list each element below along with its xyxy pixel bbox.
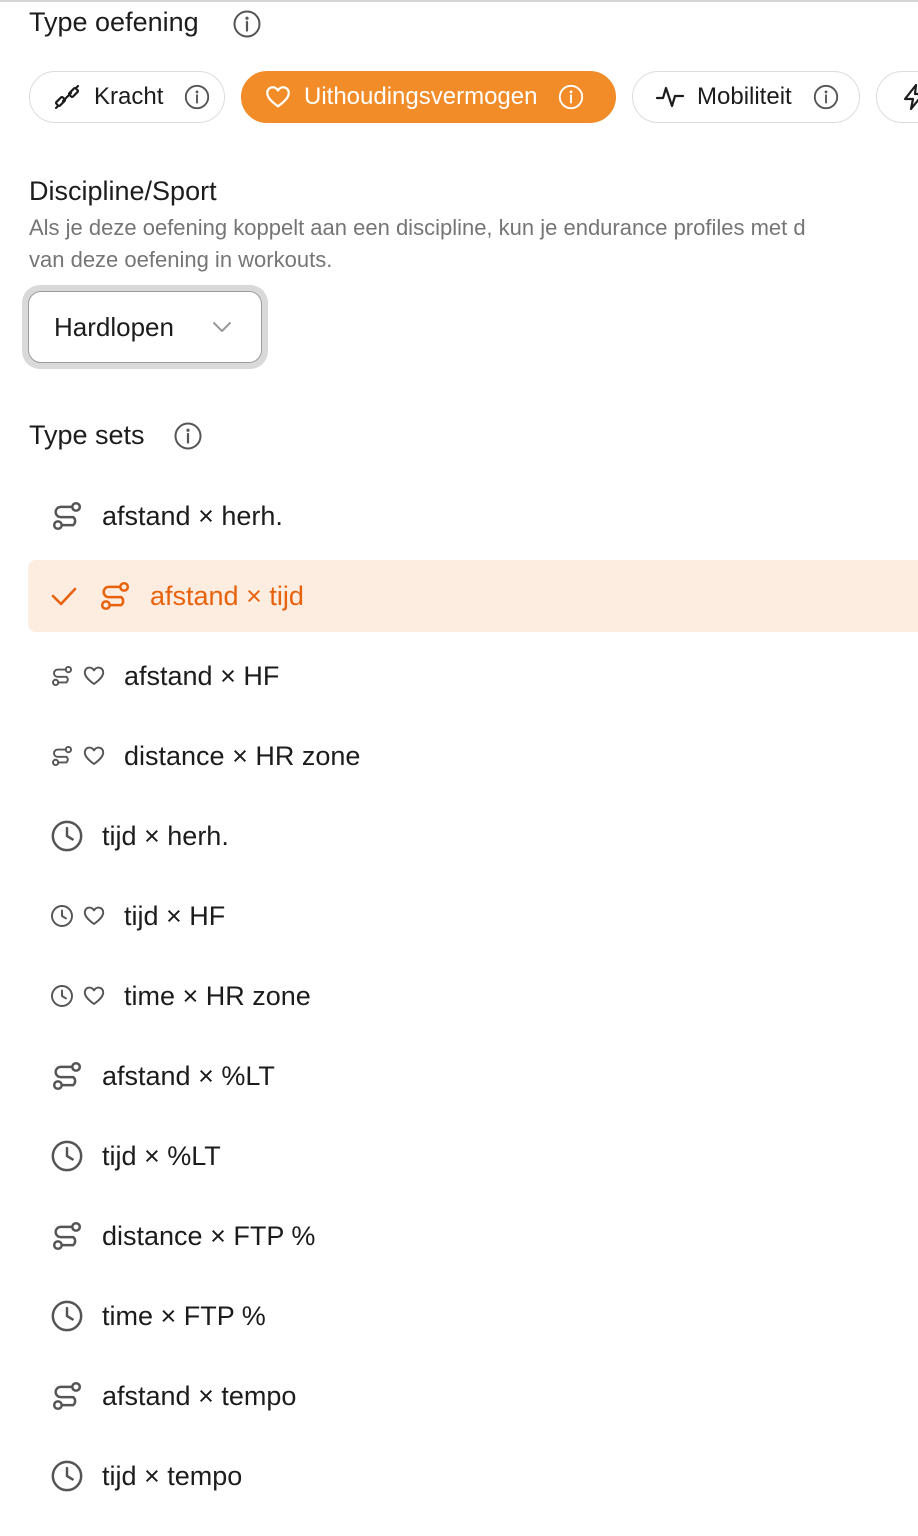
set-type-option[interactable]: time × HR zone bbox=[28, 960, 918, 1032]
set-type-label: afstand × %LT bbox=[102, 1060, 275, 1091]
info-icon[interactable] bbox=[173, 421, 203, 451]
exercise-type-chips: Kracht Uithoudingsvermogen Mobiliteit bbox=[0, 71, 918, 123]
set-type-option[interactable]: tijd × %LT bbox=[28, 1120, 918, 1192]
set-type-label: time × FTP % bbox=[102, 1300, 266, 1331]
route-icon bbox=[52, 746, 73, 767]
set-type-label: afstand × HF bbox=[124, 660, 280, 691]
description-line: van deze oefening in workouts. bbox=[29, 247, 333, 272]
heart-icon bbox=[83, 906, 105, 925]
clock-icon bbox=[51, 905, 73, 927]
route-icon bbox=[52, 1061, 82, 1091]
set-type-label: tijd × %LT bbox=[102, 1140, 221, 1171]
set-type-icons bbox=[50, 984, 106, 1008]
dumbbell-icon bbox=[54, 84, 80, 110]
set-type-icons bbox=[50, 664, 106, 688]
route-icon bbox=[52, 501, 82, 531]
set-type-icons bbox=[50, 1379, 84, 1413]
route-icon bbox=[100, 581, 130, 611]
set-type-option[interactable]: tijd × tempo bbox=[28, 1440, 918, 1512]
check-icon bbox=[50, 582, 78, 610]
set-type-option[interactable]: distance × HR zone bbox=[28, 720, 918, 792]
info-icon[interactable] bbox=[812, 83, 840, 111]
chip-uithoudingsvermogen[interactable]: Uithoudingsvermogen bbox=[241, 71, 616, 123]
activity-icon bbox=[655, 86, 685, 108]
set-type-icons bbox=[50, 1059, 84, 1093]
set-type-icons bbox=[50, 904, 106, 928]
set-type-label: afstand × tijd bbox=[150, 580, 304, 611]
set-type-list: afstand × herh. afstand × tijd afstand × H… bbox=[28, 480, 918, 1520]
type-sets-heading: Type sets bbox=[29, 420, 145, 450]
discipline-select[interactable]: Hardlopen bbox=[28, 291, 262, 363]
top-divider bbox=[0, 0, 918, 2]
route-icon bbox=[52, 1221, 82, 1251]
set-type-icons bbox=[50, 744, 106, 768]
chip-label: Mobiliteit bbox=[697, 83, 792, 110]
set-type-option[interactable]: afstand × tijd bbox=[28, 560, 918, 632]
set-type-label: tijd × tempo bbox=[102, 1460, 243, 1491]
set-type-label: tijd × HF bbox=[124, 900, 226, 931]
set-type-icons bbox=[50, 499, 84, 533]
chip-label: Uithoudingsvermogen bbox=[304, 83, 538, 110]
discipline-description: Als je deze oefening koppelt aan een dis… bbox=[29, 212, 918, 276]
info-icon[interactable] bbox=[557, 83, 585, 111]
heart-icon bbox=[83, 666, 105, 685]
set-type-label: tijd × herh. bbox=[102, 820, 229, 851]
set-type-option[interactable]: tijd × herh. bbox=[28, 800, 918, 872]
heart-icon bbox=[83, 986, 105, 1005]
info-icon[interactable] bbox=[232, 9, 262, 39]
set-type-label: time × HR zone bbox=[124, 980, 311, 1011]
info-icon[interactable] bbox=[183, 83, 211, 111]
set-type-icons bbox=[98, 579, 132, 613]
set-type-label: afstand × herh. bbox=[102, 500, 283, 531]
heart-icon bbox=[83, 746, 105, 765]
clock-icon bbox=[51, 1460, 83, 1492]
route-icon bbox=[52, 666, 73, 687]
set-type-option[interactable]: afstand × %LT bbox=[28, 1040, 918, 1112]
chip-kracht[interactable]: Kracht bbox=[29, 71, 225, 123]
set-type-label: distance × FTP % bbox=[102, 1220, 316, 1251]
description-line: Als je deze oefening koppelt aan een dis… bbox=[29, 215, 806, 240]
discipline-select-focus-ring: Hardlopen bbox=[22, 285, 268, 369]
chip-mobiliteit[interactable]: Mobiliteit bbox=[632, 71, 860, 123]
set-type-icons bbox=[50, 1459, 84, 1493]
chip-partial[interactable] bbox=[876, 71, 918, 123]
set-type-option[interactable]: distance × FTP % bbox=[28, 1200, 918, 1272]
discipline-heading: Discipline/Sport bbox=[29, 176, 217, 206]
type-oefening-heading: Type oefening bbox=[29, 7, 199, 37]
heart-icon bbox=[266, 86, 290, 108]
set-type-icons bbox=[50, 1219, 84, 1253]
set-type-label: distance × HR zone bbox=[124, 740, 361, 771]
set-type-option[interactable]: afstand × herh. bbox=[28, 480, 918, 552]
set-type-option[interactable]: time × FTP % bbox=[28, 1280, 918, 1352]
set-type-icons bbox=[50, 1139, 84, 1173]
set-type-option[interactable]: afstand × HF bbox=[28, 640, 918, 712]
set-type-option[interactable]: afstand × tempo bbox=[28, 1360, 918, 1432]
chevron-down-icon bbox=[213, 322, 231, 332]
route-icon bbox=[52, 1381, 82, 1411]
set-type-option[interactable]: tijd × HF bbox=[28, 880, 918, 952]
select-value: Hardlopen bbox=[54, 311, 174, 342]
chip-label: Kracht bbox=[94, 83, 164, 110]
lightning-icon bbox=[903, 83, 918, 111]
clock-icon bbox=[51, 1140, 83, 1172]
clock-icon bbox=[51, 820, 83, 852]
set-type-icons bbox=[50, 819, 84, 853]
set-type-label: afstand × tempo bbox=[102, 1380, 297, 1411]
clock-icon bbox=[51, 985, 73, 1007]
clock-icon bbox=[51, 1300, 83, 1332]
set-type-icons bbox=[50, 1299, 84, 1333]
